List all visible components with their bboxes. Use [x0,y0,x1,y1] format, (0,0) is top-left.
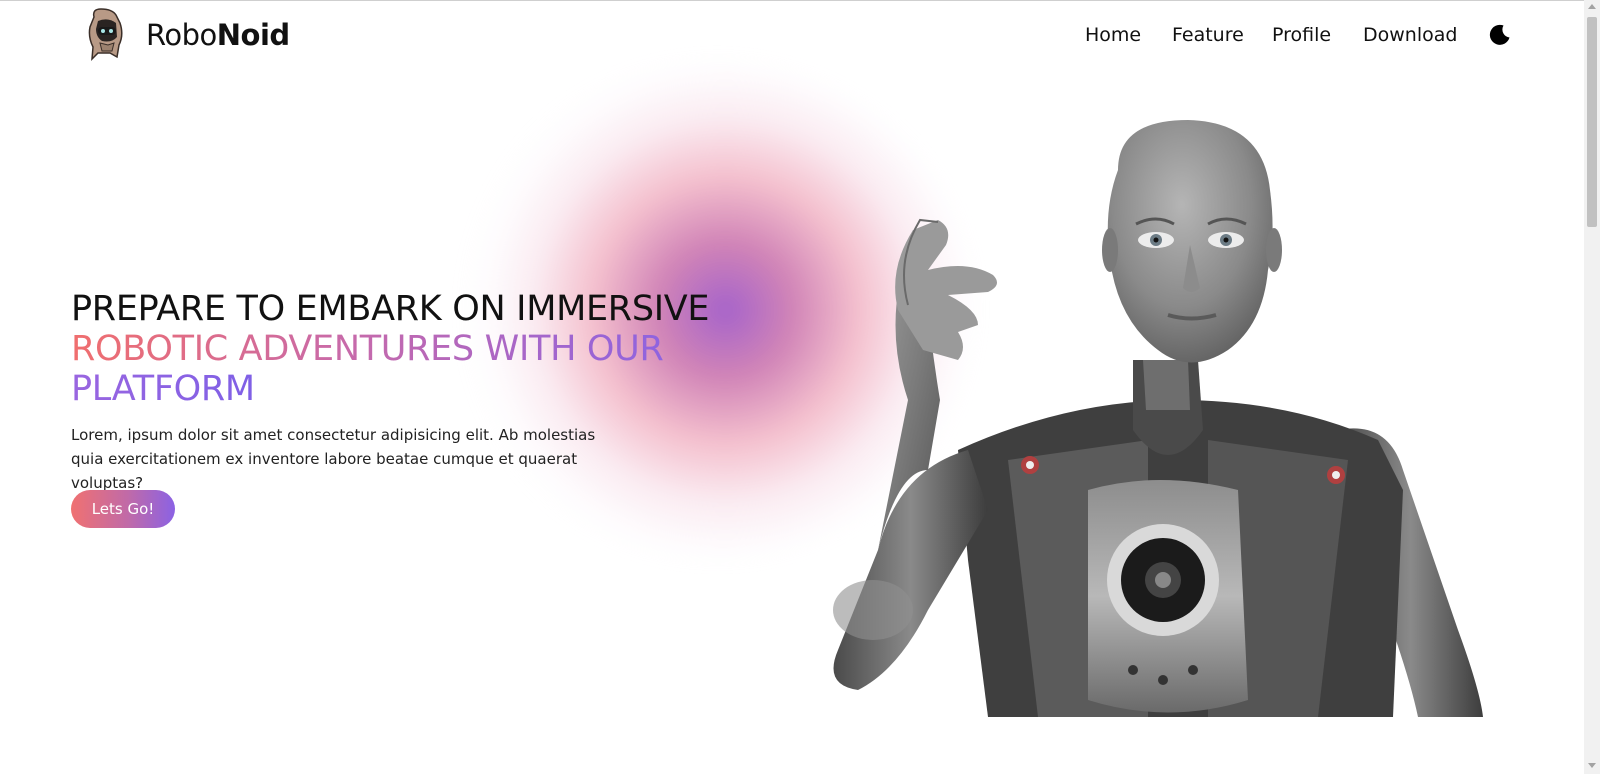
nav-download-link[interactable]: Download [1363,21,1457,49]
scrollbar[interactable] [1584,0,1600,774]
brand-name-bold: Noid [216,18,290,52]
lets-go-button[interactable]: Lets Go! [71,490,175,528]
headline-line-1: PREPARE TO EMBARK ON IMMERSIVE [71,289,710,329]
navbar: RoboNoid Home Feature Profile Download [0,1,1584,65]
headline-line-3: PLATFORM [71,369,255,409]
hero-headline: PREPARE TO EMBARK ON IMMERSIVE ROBOTIC A… [71,289,731,409]
brand-name[interactable]: RoboNoid [146,17,290,53]
headline-line-2: ROBOTIC ADVENTURES WITH OUR [71,329,664,369]
robonoid-logo[interactable] [84,7,124,61]
scroll-up-arrow-icon[interactable] [1588,4,1596,9]
moon-icon[interactable] [1488,23,1512,47]
scroll-thumb[interactable] [1587,17,1597,227]
brand-name-light: Robo [146,18,217,52]
nav-profile-link[interactable]: Profile [1272,21,1331,49]
scroll-down-arrow-icon[interactable] [1588,763,1596,768]
nav-home-link[interactable]: Home [1085,21,1141,49]
humanoid-robot-image [833,120,1483,717]
hero-description: Lorem, ipsum dolor sit amet consectetur … [71,426,596,492]
nav-feature-link[interactable]: Feature [1172,21,1244,49]
